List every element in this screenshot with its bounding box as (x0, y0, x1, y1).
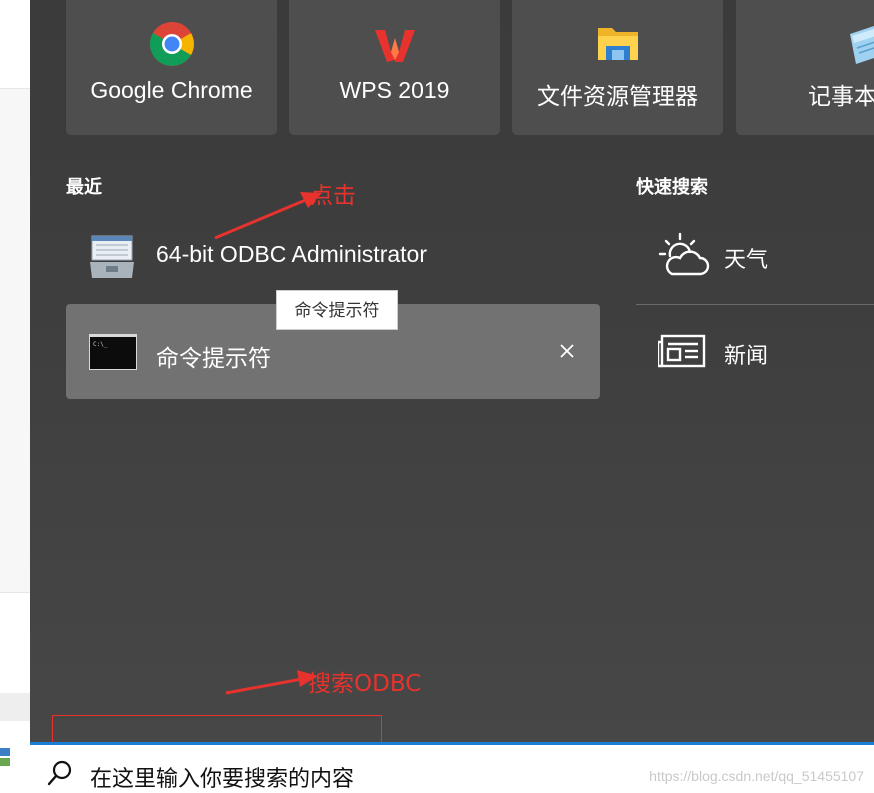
recent-item-label: 命令提示符 (156, 345, 271, 371)
quick-search-title: 快速搜索 (636, 177, 708, 198)
tile-notepad[interactable]: 记事本 (736, 0, 874, 135)
chrome-icon (149, 22, 194, 66)
divider (0, 592, 30, 593)
annotation-click-text: 点击 (310, 183, 356, 209)
background-pane (0, 693, 30, 721)
tile-label: Google Chrome (90, 77, 253, 103)
start-search-panel: Google Chrome WPS 2019 文件资源管理器 记事本 最近 64… (30, 0, 874, 742)
wps-icon (374, 30, 415, 62)
tile-wps-2019[interactable]: WPS 2019 (289, 0, 500, 135)
search-icon (47, 760, 72, 786)
quick-search-news[interactable]: 新闻 (636, 308, 874, 398)
search-input[interactable]: 在这里输入你要搜索的内容 (90, 761, 354, 793)
tile-google-chrome[interactable]: Google Chrome (66, 0, 277, 135)
notepad-icon (850, 26, 874, 64)
recent-item-odbc-administrator[interactable]: 64-bit ODBC Administrator (66, 222, 600, 294)
recent-section-title: 最近 (66, 177, 102, 198)
command-prompt-icon: C:\_ (89, 334, 137, 370)
divider (636, 304, 874, 305)
tile-label: WPS 2019 (339, 77, 450, 103)
tile-label: 记事本 (808, 83, 874, 109)
close-icon[interactable] (556, 340, 578, 362)
background-pane (0, 89, 30, 592)
tile-file-explorer[interactable]: 文件资源管理器 (512, 0, 723, 135)
watermark: https://blog.csdn.net/qq_51455107 (649, 768, 864, 784)
news-icon (658, 334, 706, 368)
background-window (0, 0, 30, 793)
annotation-search-text: 搜索ODBC (308, 671, 422, 697)
taskbar-app-icon[interactable] (0, 746, 12, 768)
quick-search-weather[interactable]: 天气 (636, 212, 874, 302)
file-explorer-icon (597, 28, 638, 60)
weather-icon (658, 232, 710, 276)
odbc-admin-icon (90, 235, 134, 278)
quick-search-label: 天气 (724, 248, 769, 273)
tooltip: 命令提示符 (276, 290, 398, 330)
search-bar[interactable]: 在这里输入你要搜索的内容 https://blog.csdn.net/qq_51… (30, 742, 874, 793)
svg-text:C:\_: C:\_ (93, 341, 108, 348)
tile-label: 文件资源管理器 (537, 83, 698, 109)
quick-search-label: 新闻 (724, 344, 769, 369)
recent-item-label: 64-bit ODBC Administrator (156, 241, 427, 267)
